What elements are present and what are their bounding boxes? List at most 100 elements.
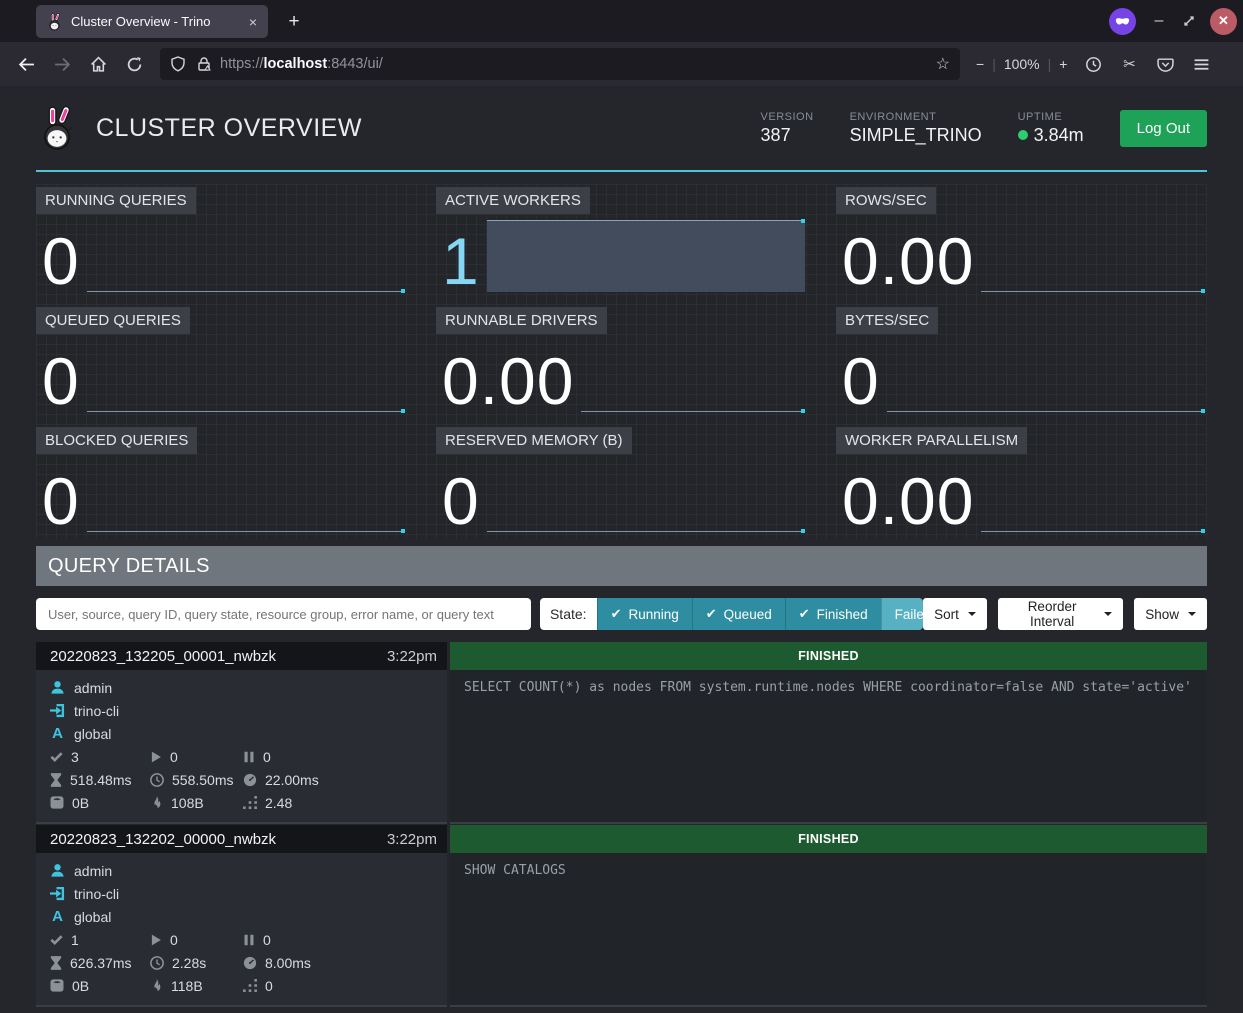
sparkline <box>87 340 405 412</box>
query-info-panel: admin trino-cli Aglobal 1 0 0 626.37ms 2… <box>36 853 447 1007</box>
query-time: 3:22pm <box>387 831 437 848</box>
version-stat: VERSION 387 <box>761 111 814 146</box>
source-sign-in-icon <box>50 886 65 901</box>
parallelism-chart-icon <box>243 979 257 992</box>
app-header: CLUSTER OVERVIEW VERSION 387 ENVIRONMENT… <box>36 86 1207 172</box>
query-status-badge: FINISHED <box>450 825 1207 853</box>
chevron-down-icon <box>968 612 976 616</box>
url-bar[interactable]: https://localhost:8443/ui/ ☆ <box>160 48 960 80</box>
tab-title: Cluster Overview - Trino <box>71 14 246 29</box>
stat-card-rows-sec: ROWS/SEC 0.00 <box>836 184 1207 299</box>
back-button[interactable] <box>10 48 42 80</box>
query-row: 20220823_132202_00000_nwbzk 3:22pm FINIS… <box>36 825 1207 1007</box>
url-text[interactable]: https://localhost:8443/ui/ <box>220 56 936 72</box>
query-sql-text: SHOW CATALOGS <box>450 853 1207 1007</box>
query-header: 20220823_132205_00001_nwbzk 3:22pm <box>36 642 447 670</box>
screenshot-extension-icon[interactable]: ✂ <box>1113 48 1145 80</box>
menu-hamburger-icon[interactable] <box>1185 48 1217 80</box>
source-sign-in-icon <box>50 703 65 718</box>
query-details-title: QUERY DETAILS <box>48 555 210 578</box>
stat-card-runnable-drivers: RUNNABLE DRIVERS 0.00 <box>436 304 807 419</box>
history-clock-icon[interactable] <box>1077 48 1109 80</box>
pause-icon <box>243 934 255 946</box>
query-id-link[interactable]: 20220823_132202_00000_nwbzk <box>50 831 276 848</box>
window-close-button[interactable]: ✕ <box>1210 8 1237 35</box>
check-icon <box>50 933 63 946</box>
stat-card-active-workers: ACTIVE WORKERS 1 <box>436 184 807 299</box>
flame-icon <box>150 796 163 810</box>
clock-icon <box>150 773 164 787</box>
query-header: 20220823_132202_00000_nwbzk 3:22pm <box>36 825 447 853</box>
reorder-interval-dropdown[interactable]: Reorder Interval <box>998 598 1123 630</box>
logout-button[interactable]: Log Out <box>1120 110 1207 147</box>
new-tab-button[interactable]: + <box>280 8 308 36</box>
filter-failed-dropdown[interactable]: Failed <box>881 598 924 630</box>
query-filter-toolbar: State: ✔ Running ✔ Queued ✔ Finished Fai… <box>36 597 1207 631</box>
stat-value: 0.00 <box>842 231 974 292</box>
page-title: CLUSTER OVERVIEW <box>96 114 362 143</box>
window-minimize-button[interactable]: – <box>1150 12 1168 30</box>
check-icon: ✔ <box>799 606 810 622</box>
pocket-icon[interactable] <box>1149 48 1181 80</box>
lock-warning-icon[interactable] <box>196 56 212 72</box>
flame-icon <box>150 979 163 993</box>
sparkline <box>887 340 1205 412</box>
check-icon: ✔ <box>706 606 717 622</box>
bookmark-star-icon[interactable]: ☆ <box>936 54 950 74</box>
browser-navbar: https://localhost:8443/ui/ ☆ − | 100% | … <box>0 42 1243 86</box>
query-info-panel: admin trino-cli Aglobal 3 0 0 518.48ms 5… <box>36 670 447 824</box>
gauge-icon <box>243 956 257 970</box>
query-time: 3:22pm <box>387 648 437 665</box>
resource-group-icon: A <box>50 908 65 925</box>
resource-group-icon: A <box>50 725 65 742</box>
zoom-in-button[interactable]: + <box>1059 56 1067 72</box>
stat-value: 0 <box>42 351 80 412</box>
tab-close-icon[interactable]: × <box>246 14 260 30</box>
pause-icon <box>243 751 255 763</box>
private-browsing-icon <box>1109 8 1136 35</box>
query-status-badge: FINISHED <box>450 642 1207 670</box>
browser-tab[interactable]: Cluster Overview - Trino × <box>36 5 268 38</box>
clock-icon <box>150 956 164 970</box>
query-sql-text: SELECT COUNT(*) as nodes FROM system.run… <box>450 670 1207 824</box>
query-source: trino-cli <box>74 703 119 719</box>
window-restore-button[interactable] <box>1182 14 1196 28</box>
home-button[interactable] <box>82 48 114 80</box>
play-icon <box>150 934 162 946</box>
stat-card-worker-parallelism: WORKER PARALLELISM 0.00 <box>836 424 1207 539</box>
filter-finished-button[interactable]: ✔ Finished <box>785 598 881 630</box>
reload-button[interactable] <box>118 48 150 80</box>
trino-bunny-favicon <box>46 13 63 31</box>
memory-scale-icon <box>50 979 64 992</box>
sparkline <box>87 220 405 292</box>
query-id-link[interactable]: 20220823_132205_00001_nwbzk <box>50 648 276 665</box>
user-icon <box>50 863 65 878</box>
trino-bunny-logo <box>36 105 78 151</box>
query-user: admin <box>74 680 112 696</box>
forward-button[interactable] <box>46 48 78 80</box>
sparkline <box>87 460 405 532</box>
zoom-out-button[interactable]: − <box>976 56 984 72</box>
chevron-down-icon <box>1188 612 1196 616</box>
uptime-status-dot <box>1018 130 1028 140</box>
shield-icon[interactable] <box>170 56 186 72</box>
query-source: trino-cli <box>74 886 119 902</box>
query-resource-group: global <box>74 909 111 925</box>
check-icon <box>50 750 63 763</box>
hourglass-icon <box>50 956 62 970</box>
gauge-icon <box>243 773 257 787</box>
query-row: 20220823_132205_00001_nwbzk 3:22pm FINIS… <box>36 642 1207 824</box>
stat-value: 0 <box>842 351 880 412</box>
parallelism-chart-icon <box>243 796 257 809</box>
stat-value: 0.00 <box>842 471 974 532</box>
zoom-level[interactable]: 100% <box>1004 56 1040 72</box>
query-search-input[interactable] <box>36 598 531 630</box>
sort-dropdown[interactable]: Sort <box>923 598 987 630</box>
user-icon <box>50 680 65 695</box>
chevron-down-icon <box>1104 612 1112 616</box>
sparkline <box>981 220 1205 292</box>
filter-running-button[interactable]: ✔ Running <box>597 598 692 630</box>
stat-card-blocked-queries: BLOCKED QUERIES 0 <box>36 424 407 539</box>
filter-queued-button[interactable]: ✔ Queued <box>692 598 785 630</box>
show-dropdown[interactable]: Show <box>1134 598 1207 630</box>
